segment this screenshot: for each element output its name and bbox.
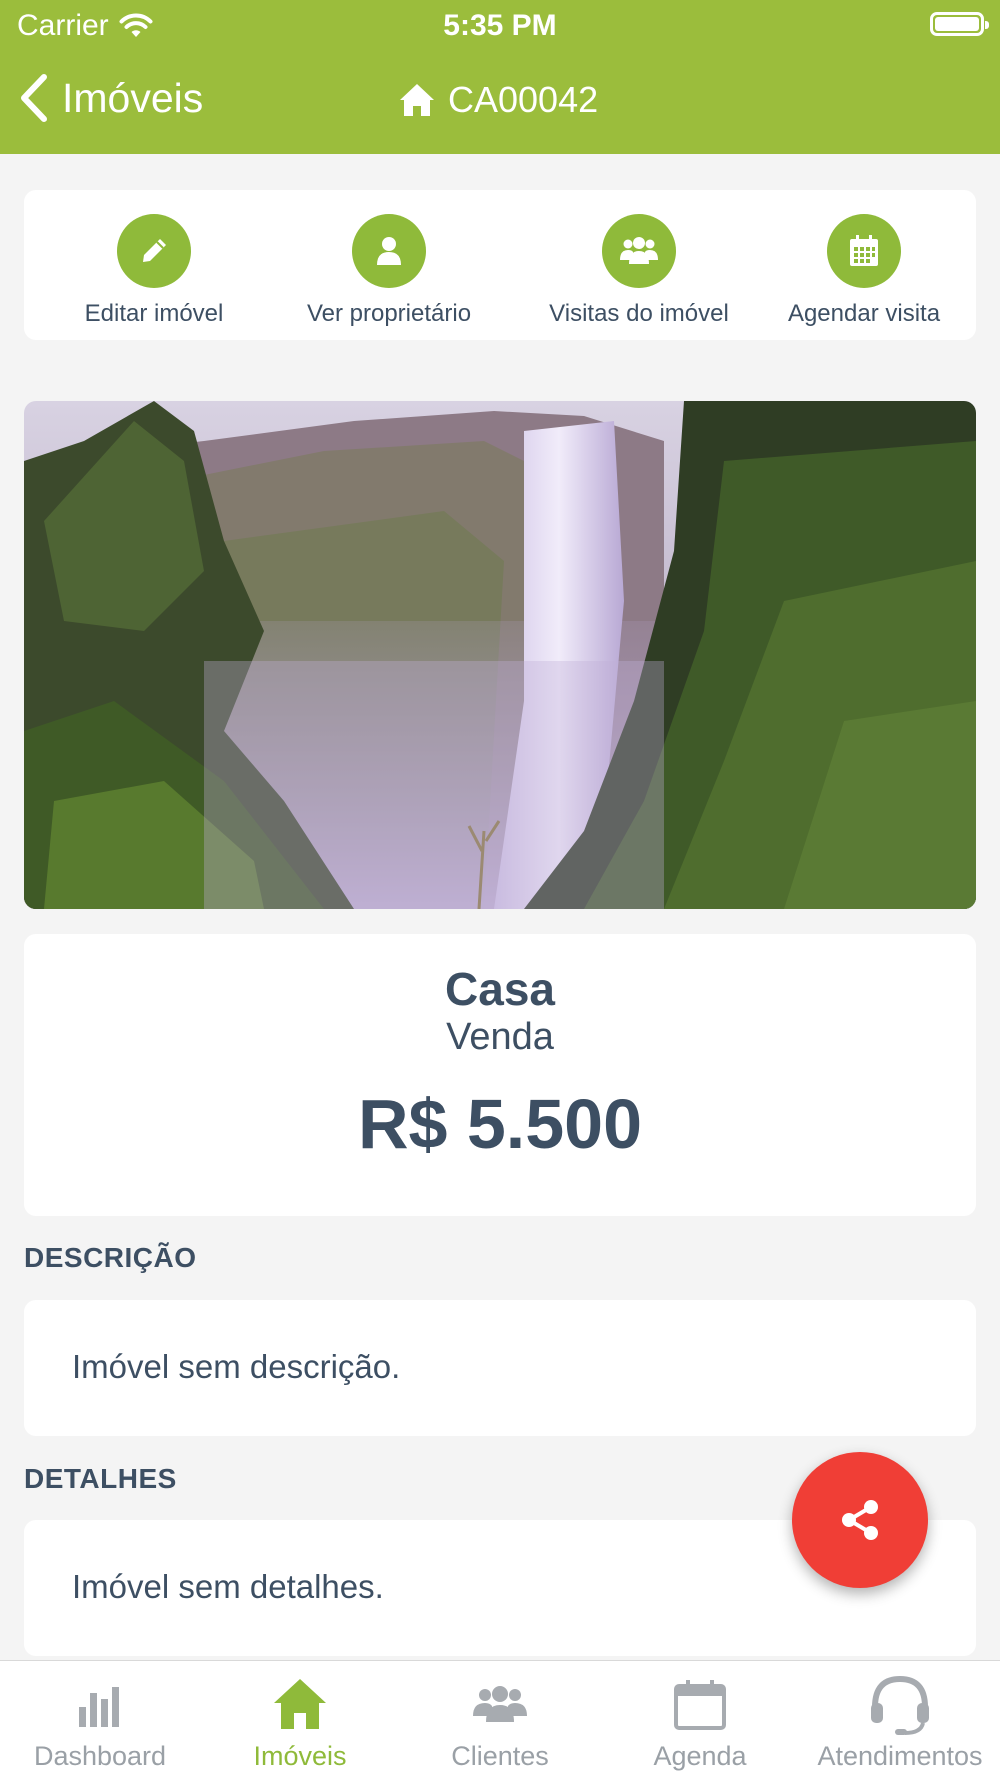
home-icon	[274, 1679, 326, 1729]
tab-clientes[interactable]: Clientes	[400, 1661, 600, 1779]
property-purpose: Venda	[446, 1016, 554, 1058]
share-icon	[842, 1500, 878, 1540]
tab-agenda-label: Agenda	[653, 1741, 747, 1771]
bar-chart-icon	[79, 1687, 119, 1727]
tab-atendimentos[interactable]: Atendimentos	[800, 1661, 1000, 1779]
back-button[interactable]: Imóveis	[18, 72, 203, 124]
description-text: Imóvel sem descrição.	[72, 1348, 401, 1385]
schedule-visit-button[interactable]: Agendar visita	[764, 214, 964, 328]
waterfall-photo	[24, 401, 976, 909]
property-photo[interactable]	[24, 401, 976, 909]
chevron-left-icon	[21, 74, 47, 122]
edit-property-button[interactable]: Editar imóvel	[54, 214, 254, 328]
property-price: R$ 5.500	[357, 1085, 643, 1163]
tab-atendimentos-label: Atendimentos	[817, 1741, 983, 1771]
calendar-icon	[850, 235, 878, 266]
view-owner-label: Ver proprietário	[306, 300, 472, 327]
users-icon	[620, 237, 658, 264]
description-heading: DESCRIÇÃO	[24, 1242, 197, 1273]
edit-property-label: Editar imóvel	[84, 300, 224, 327]
property-visits-button[interactable]: Visitas do imóvel	[514, 214, 764, 328]
property-actions-card: Editar imóvel Ver proprietário Visitas d…	[24, 190, 976, 340]
share-button[interactable]	[792, 1452, 928, 1588]
status-carrier: Carrier	[17, 8, 153, 44]
details-heading: DETALHES	[24, 1463, 177, 1494]
user-icon	[377, 237, 401, 265]
property-summary-card: Casa Venda R$ 5.500	[24, 934, 976, 1216]
carrier-label: Carrier	[17, 9, 109, 42]
property-visits-label: Visitas do imóvel	[549, 300, 729, 327]
top-navigation-bar: Carrier 5:35 PM Imóveis CA00042	[0, 0, 1000, 154]
schedule-visit-label: Agendar visita	[787, 300, 941, 327]
tab-imoveis[interactable]: Imóveis	[200, 1661, 400, 1779]
property-type: Casa	[445, 963, 555, 1015]
tab-dashboard-label: Dashboard	[33, 1741, 167, 1771]
home-icon	[400, 84, 434, 116]
description-card: Imóvel sem descrição.	[24, 1300, 976, 1436]
headset-icon	[871, 1675, 929, 1735]
pencil-icon	[143, 239, 166, 262]
tab-imoveis-label: Imóveis	[253, 1741, 347, 1771]
users-icon	[473, 1686, 527, 1722]
battery-icon	[930, 12, 989, 36]
back-button-label: Imóveis	[62, 75, 204, 121]
wifi-icon	[119, 13, 153, 37]
tab-clientes-label: Clientes	[451, 1741, 549, 1771]
property-code: CA00042	[448, 79, 599, 120]
calendar-icon	[674, 1680, 726, 1730]
view-owner-button[interactable]: Ver proprietário	[269, 214, 509, 328]
details-text: Imóvel sem detalhes.	[72, 1568, 384, 1605]
tab-agenda[interactable]: Agenda	[600, 1661, 800, 1779]
tab-dashboard[interactable]: Dashboard	[0, 1661, 200, 1779]
page-title: CA00042	[398, 76, 598, 124]
bottom-tab-bar: Dashboard Imóveis Clientes Agenda Atendi…	[0, 1660, 1000, 1779]
